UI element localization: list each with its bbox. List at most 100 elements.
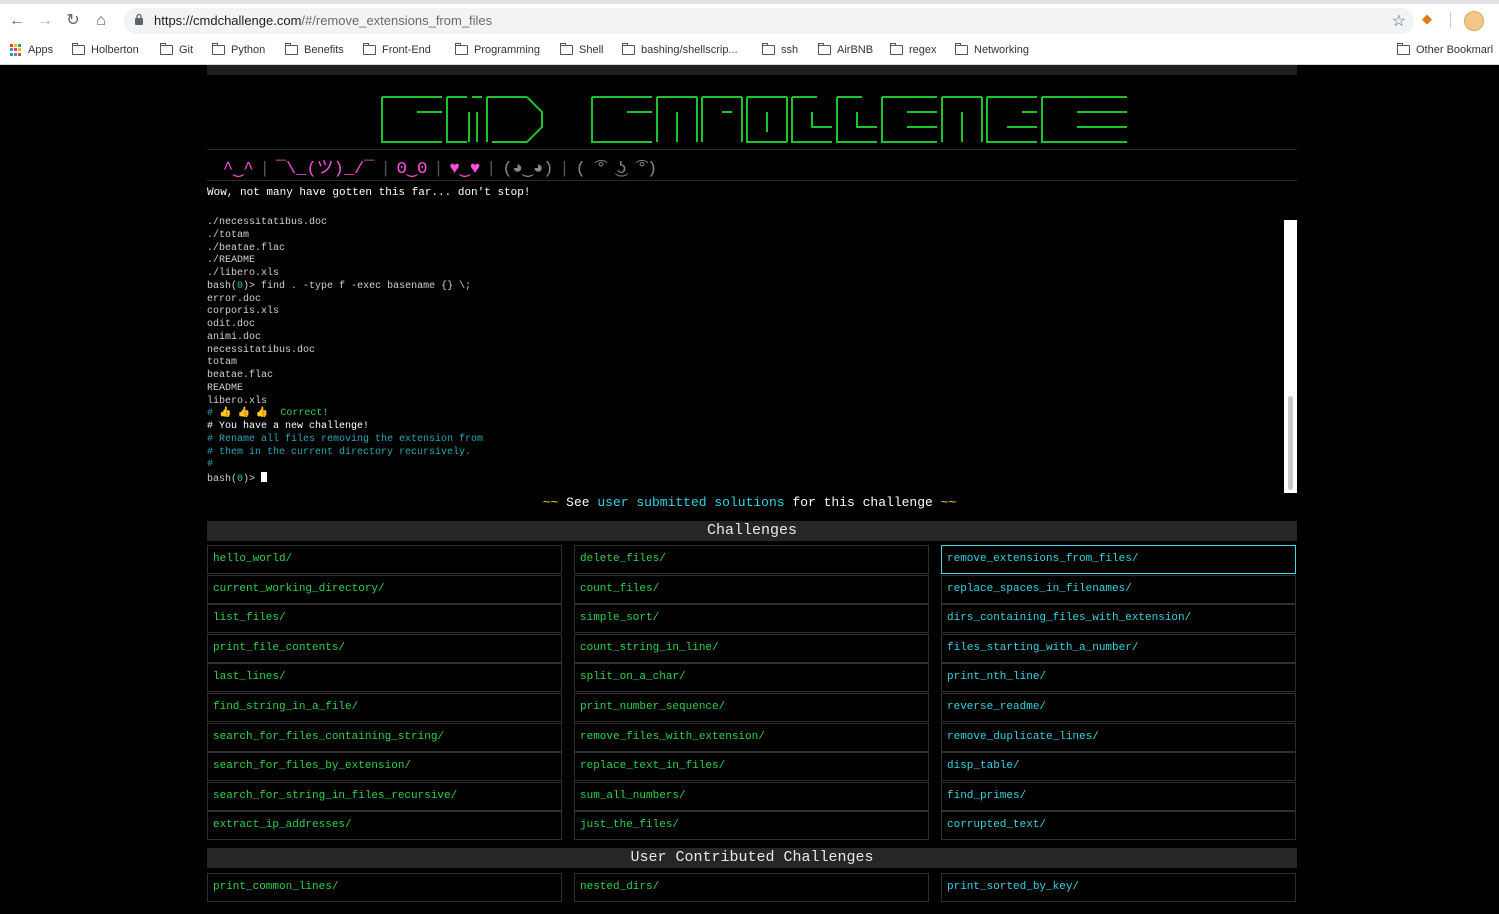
emoji-separator: | <box>559 160 570 179</box>
emoji-face[interactable]: (◕‿◕) <box>502 160 553 179</box>
terminal-scrollbar-thumb[interactable] <box>1288 396 1293 490</box>
other-bookmarks[interactable]: Other Bookmarl <box>1397 42 1493 58</box>
emoji-separator: | <box>259 160 270 179</box>
challenge-link-remove-extensions-from-files[interactable]: remove_extensions_from_files/ <box>941 545 1296 574</box>
bookmark-git[interactable]: Git <box>160 42 193 58</box>
challenge-link-split-on-a-char[interactable]: split_on_a_char/ <box>574 663 929 693</box>
terminal-line: beatae.flac <box>207 370 483 383</box>
terminal-text: totam <box>207 357 238 369</box>
bookmark-programming[interactable]: Programming <box>455 42 540 58</box>
challenge-link-list-files[interactable]: list_files/ <box>207 604 562 634</box>
challenge-link-reverse-readme[interactable]: reverse_readme/ <box>941 693 1296 722</box>
challenge-link-print-nth-line[interactable]: print_nth_line/ <box>941 663 1296 693</box>
reload-icon[interactable]: ↻ <box>62 10 84 32</box>
cmd-challenge-logo <box>381 96 1127 143</box>
challenge-link-find-primes[interactable]: find_primes/ <box>941 781 1296 811</box>
emoji-face[interactable]: ♥‿♥ <box>450 160 481 179</box>
bookmark-bashing-shellscrip[interactable]: bashing/shellscrip... <box>622 42 738 58</box>
challenge-link-files-starting-with-a-number[interactable]: files_starting_with_a_number/ <box>941 633 1296 663</box>
bookmark-label: Apps <box>28 44 54 56</box>
challenge-link-extract-ip-addresses[interactable]: extract_ip_addresses/ <box>207 811 562 841</box>
emoji-face[interactable]: ¯\_(ツ)_/¯ <box>276 160 375 179</box>
challenge-link-hello-world[interactable]: hello_world/ <box>207 545 562 574</box>
folder-icon <box>72 43 85 55</box>
challenge-link-search-for-files-containing-string[interactable]: search_for_files_containing_string/ <box>207 722 562 752</box>
profile-avatar[interactable] <box>1464 11 1484 31</box>
folder-icon <box>212 43 225 55</box>
challenge-link-remove-duplicate-lines[interactable]: remove_duplicate_lines/ <box>941 722 1296 752</box>
terminal-output: ./necessitatibus.doc ./totam ./beatae.flac… <box>207 217 483 485</box>
squiggle-left: ~~ <box>542 495 559 510</box>
challenge-link-search-for-string-in-files-recursive[interactable]: search_for_string_in_files_recursive/ <box>207 781 562 811</box>
challenge-link-simple-sort[interactable]: simple_sort/ <box>574 604 929 634</box>
for-this-challenge-text: for this challenge <box>792 495 933 510</box>
terminal-line: # Rename all files removing the extensio… <box>207 434 483 447</box>
bookmark-ssh[interactable]: ssh <box>762 42 798 58</box>
challenge-link-replace-text-in-files[interactable]: replace_text_in_files/ <box>574 752 929 782</box>
bookmark-holberton[interactable]: Holberton <box>72 42 139 58</box>
user-challenges-header: User Contributed Challenges <box>207 848 1297 868</box>
bookmark-label: AirBNB <box>837 44 874 56</box>
challenge-link-corrupted-text[interactable]: corrupted_text/ <box>941 811 1296 841</box>
challenge-link-print-common-lines[interactable]: print_common_lines/ <box>207 873 562 902</box>
back-arrow-icon[interactable]: ← <box>6 10 28 32</box>
challenge-link-current-working-directory[interactable]: current_working_directory/ <box>207 574 562 604</box>
prompt-suffix: )> <box>243 280 256 292</box>
address-bar[interactable]: https://cmdchallenge.com/#/remove_extens… <box>124 8 1414 34</box>
bookmark-front-end[interactable]: Front-End <box>363 42 431 58</box>
squiggle-right: ~~ <box>940 495 957 510</box>
terminal-line: error.doc <box>207 294 483 307</box>
bookmark-regex[interactable]: regex <box>890 42 937 58</box>
challenge-link-delete-files[interactable]: delete_files/ <box>574 545 929 574</box>
terminal-text: README <box>207 382 244 394</box>
challenge-link-disp-table[interactable]: disp_table/ <box>941 752 1296 782</box>
challenge-link-remove-files-with-extension[interactable]: remove_files_with_extension/ <box>574 722 929 752</box>
challenge-link-replace-spaces-in-filenames[interactable]: replace_spaces_in_filenames/ <box>941 574 1296 604</box>
bookmark-star-icon[interactable]: ☆ <box>1392 11 1406 31</box>
terminal-text: libero.xls <box>207 395 268 407</box>
browser-toolbar: ← → ↻ ⌂ https://cmdchallenge.com/#/remov… <box>0 0 1499 65</box>
challenge-link-count-string-in-line[interactable]: count_string_in_line/ <box>574 633 929 663</box>
challenge-link-print-file-contents[interactable]: print_file_contents/ <box>207 633 562 663</box>
challenge-link-find-string-in-a-file[interactable]: find_string_in_a_file/ <box>207 693 562 722</box>
folder-icon <box>1397 43 1410 55</box>
bookmark-python[interactable]: Python <box>212 42 265 58</box>
other-bookmarks-label: Other Bookmarl <box>1416 44 1494 56</box>
user-solutions-line: ~~ See user submitted solutions for this… <box>0 495 1499 510</box>
challenge-link-sum-all-numbers[interactable]: sum_all_numbers/ <box>574 781 929 811</box>
emoji-separator: | <box>380 160 391 179</box>
challenge-link-search-for-files-by-extension[interactable]: search_for_files_by_extension/ <box>207 752 562 782</box>
correct-label: Correct! <box>280 408 329 420</box>
home-icon[interactable]: ⌂ <box>90 10 112 32</box>
emoji-face[interactable]: ^‿^ <box>223 160 254 179</box>
emoji-face[interactable]: ʘ‿ʘ <box>397 160 428 179</box>
user-submitted-solutions-link[interactable]: user submitted solutions <box>597 495 784 510</box>
bookmark-shell[interactable]: Shell <box>560 42 603 58</box>
terminal-line: ./totam <box>207 230 483 243</box>
terminal-line: bash(0)> <box>207 472 483 485</box>
terminal[interactable]: ./necessitatibus.doc ./totam ./beatae.flac… <box>207 217 1297 493</box>
challenge-link-nested-dirs[interactable]: nested_dirs/ <box>574 873 929 902</box>
bookmark-benefits[interactable]: Benefits <box>285 42 344 58</box>
challenge-link-print-number-sequence[interactable]: print_number_sequence/ <box>574 693 929 722</box>
bookmark-airbnb[interactable]: AirBNB <box>818 42 873 58</box>
challenge-link-dirs-containing-files-with-extension[interactable]: dirs_containing_files_with_extension/ <box>941 604 1296 634</box>
challenge-link-print-sorted-by-key[interactable]: print_sorted_by_key/ <box>941 873 1296 902</box>
challenge-link-just-the-files[interactable]: just_the_files/ <box>574 811 929 841</box>
challenge-link-last-lines[interactable]: last_lines/ <box>207 663 562 693</box>
folder-icon <box>285 43 298 55</box>
challenge-link-count-files[interactable]: count_files/ <box>574 574 929 604</box>
metamask-extension-icon[interactable]: ◆ <box>1422 11 1438 27</box>
terminal-line: ./README <box>207 255 483 268</box>
tab-strip <box>0 0 1499 4</box>
toolbar-divider <box>1450 12 1451 28</box>
url-text[interactable]: https://cmdchallenge.com/#/remove_extens… <box>154 13 492 28</box>
folder-icon <box>955 43 968 55</box>
apps-grid-icon <box>10 44 22 56</box>
bookmark-label: ssh <box>781 44 799 56</box>
terminal-scrollbar[interactable] <box>1284 220 1297 493</box>
emoji-face[interactable]: ( ͡° ͜ʖ ͡°) <box>576 160 658 179</box>
bookmark-apps[interactable]: Apps <box>10 42 53 58</box>
bookmark-networking[interactable]: Networking <box>955 42 1029 58</box>
forward-arrow-icon[interactable]: → <box>34 10 56 32</box>
